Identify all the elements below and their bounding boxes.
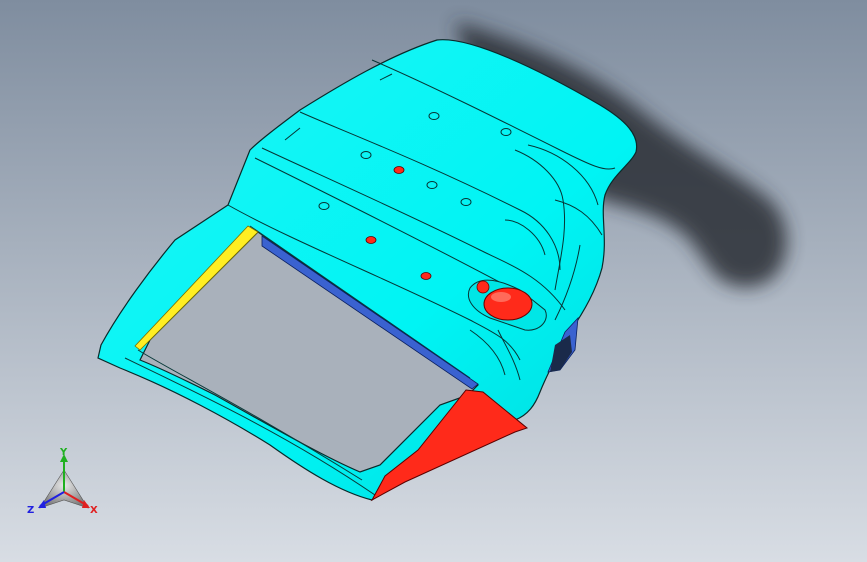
triad-z-label: Z: [27, 505, 35, 516]
handle-button[interactable]: [483, 287, 533, 321]
model-canvas[interactable]: [0, 0, 867, 562]
handle-button-highlight: [491, 292, 511, 302]
triad-x-label: X: [90, 505, 98, 516]
view-orientation-triad[interactable]: Y X Z: [24, 448, 104, 524]
handle-knob: [476, 280, 490, 294]
triad-y-label: Y: [60, 447, 68, 458]
graphics-viewport[interactable]: Y X Z: [0, 0, 867, 562]
